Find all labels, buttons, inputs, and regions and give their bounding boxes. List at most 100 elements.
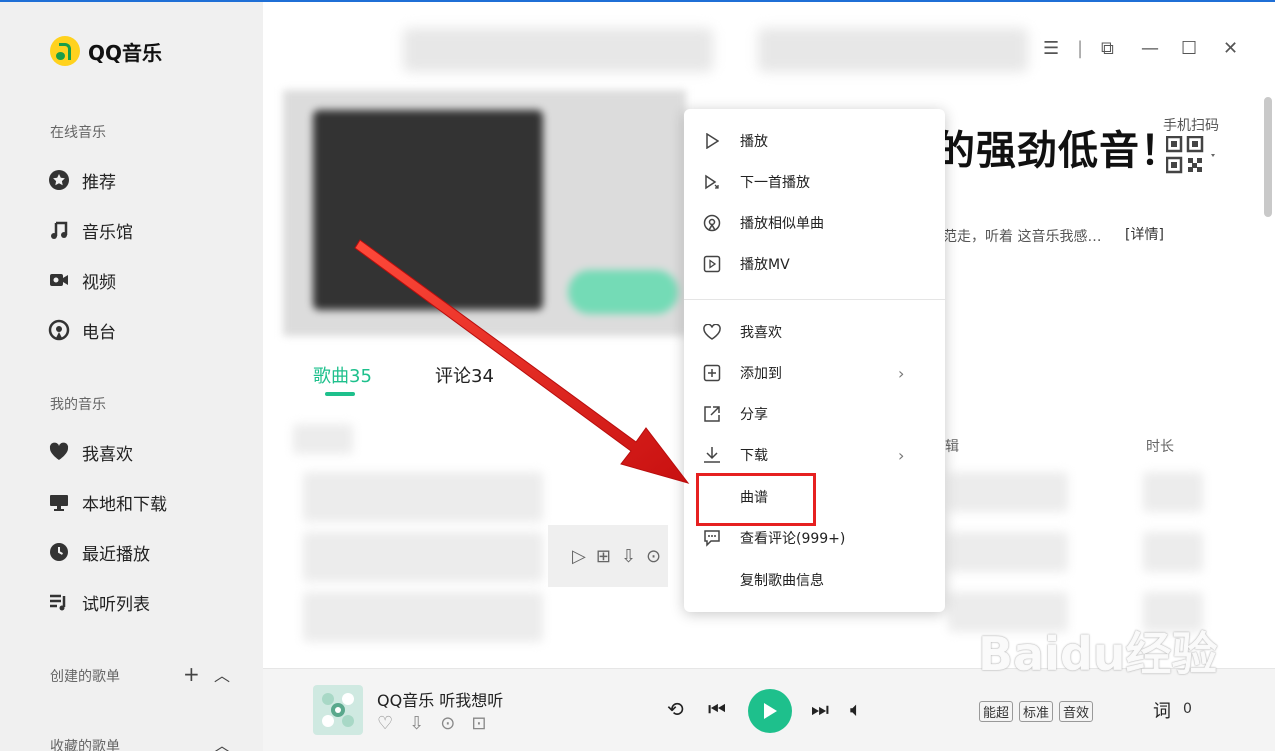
sidebar-item-label: 我喜欢 xyxy=(82,444,133,465)
now-playing-cover[interactable] xyxy=(313,685,363,735)
table-row xyxy=(293,424,353,454)
comment-icon xyxy=(702,528,722,548)
collapse-collected-icon[interactable]: ︿ xyxy=(214,732,230,751)
row-download-icon[interactable]: ⇩ xyxy=(621,546,636,567)
tab-songs[interactable]: 歌曲35 xyxy=(313,362,372,388)
sidebar-item-recent[interactable]: 最近播放 xyxy=(48,539,150,565)
radio-icon xyxy=(48,319,70,341)
table-row[interactable] xyxy=(303,532,543,582)
playlist-description: 范走，听着 这音乐我感… xyxy=(943,229,1102,245)
heart-icon xyxy=(48,441,70,463)
share-icon xyxy=(702,404,722,424)
sidebar-item-label: 电台 xyxy=(82,322,116,343)
context-menu: 播放 下一首播放 播放相似单曲 播放MV 我喜欢 添加到 › 分享 下载 › 曲… xyxy=(684,109,945,612)
maximize-icon[interactable]: ☐ xyxy=(1181,38,1197,59)
like-icon[interactable]: ♡ xyxy=(377,713,393,734)
sidebar-item-recommend[interactable]: 推荐 xyxy=(48,167,116,193)
monitor-icon xyxy=(48,491,70,513)
more-icon[interactable]: ⊙ xyxy=(440,713,455,734)
add-box-icon xyxy=(702,363,722,383)
music-note-icon xyxy=(48,219,70,241)
play-outline-icon xyxy=(702,131,722,151)
sidebar-item-label: 本地和下载 xyxy=(82,494,167,515)
qq-music-logo-icon xyxy=(50,36,80,66)
menu-item-share[interactable]: 分享 xyxy=(684,398,945,430)
loop-mode-icon[interactable]: ⟲ xyxy=(667,697,684,721)
volume-icon[interactable]: 🔈︎ xyxy=(850,697,862,721)
similar-radio-icon xyxy=(702,213,722,233)
queue-count[interactable]: 0 xyxy=(1183,701,1192,717)
table-cell xyxy=(948,472,1068,512)
clock-icon xyxy=(48,541,70,563)
sidebar-item-music-hall[interactable]: 音乐馆 xyxy=(48,217,133,243)
sidebar-item-radio[interactable]: 电台 xyxy=(48,317,116,343)
table-cell xyxy=(1143,532,1203,572)
sidebar-item-label: 最近播放 xyxy=(82,544,150,565)
sidebar-item-label: 推荐 xyxy=(82,172,116,193)
lyrics-button[interactable]: 词 xyxy=(1153,697,1171,723)
menu-item-like[interactable]: 我喜欢 xyxy=(684,316,945,348)
menu-item-play-mv[interactable]: 播放MV xyxy=(684,248,945,280)
column-album: 辑 xyxy=(945,439,959,455)
menu-separator xyxy=(684,299,945,300)
quality-tags: 能超 标准 音效 xyxy=(979,701,1094,722)
menu-item-play[interactable]: 播放 xyxy=(684,125,945,157)
app-logo[interactable]: QQ音乐 xyxy=(50,36,162,66)
minimize-icon[interactable]: — xyxy=(1141,38,1159,59)
play-next-icon xyxy=(702,172,722,192)
table-row[interactable] xyxy=(303,592,543,642)
menu-icon[interactable]: ☰ xyxy=(1043,38,1059,59)
watermark: Baidu经验 xyxy=(978,627,1218,681)
header-blurred xyxy=(758,28,1028,72)
playlist-cover xyxy=(283,90,686,336)
playlist-title: 的强劲低音！ xyxy=(935,128,1181,174)
menu-item-view-comments[interactable]: 查看评论(999+) xyxy=(684,522,945,554)
tab-comments[interactable]: 评论34 xyxy=(435,362,494,388)
column-duration: 时长 xyxy=(1146,439,1174,455)
row-more-icon[interactable]: ⊙ xyxy=(646,546,661,567)
my-music-label: 我的音乐 xyxy=(50,397,106,413)
scan-label: 手机扫码 xyxy=(1163,118,1219,134)
video-icon xyxy=(48,269,70,291)
sidebar-item-trial-list[interactable]: 试听列表 xyxy=(48,589,150,615)
sidebar-item-local-download[interactable]: 本地和下载 xyxy=(48,489,167,515)
active-tab-underline xyxy=(325,392,355,396)
playlist-icon xyxy=(48,591,70,613)
star-icon xyxy=(48,169,70,191)
chevron-right-icon: › xyxy=(898,445,905,465)
download-icon[interactable]: ⇩ xyxy=(409,713,424,734)
comment-icon[interactable]: ⊡ xyxy=(471,713,486,734)
sidebar-item-label: 音乐馆 xyxy=(82,222,133,243)
divider: | xyxy=(1077,38,1084,59)
previous-icon[interactable]: ⏮ xyxy=(708,697,726,721)
detail-link[interactable]: [详情] xyxy=(1125,224,1164,244)
collapse-icon[interactable]: ︿ xyxy=(214,662,230,686)
menu-item-copy-info[interactable]: 复制歌曲信息 xyxy=(684,564,945,596)
online-music-label: 在线音乐 xyxy=(50,125,106,141)
download-icon xyxy=(702,445,722,465)
sidebar-item-label: 视频 xyxy=(82,272,116,293)
search-area-blurred xyxy=(403,28,713,72)
menu-item-play-similar[interactable]: 播放相似单曲 xyxy=(684,207,945,239)
table-row[interactable] xyxy=(303,472,543,522)
mini-mode-icon[interactable]: ⧉ xyxy=(1101,38,1114,59)
menu-item-play-next[interactable]: 下一首播放 xyxy=(684,166,945,198)
row-play-icon[interactable]: ▷ xyxy=(572,546,586,567)
scrollbar[interactable] xyxy=(1264,97,1272,217)
quality-tag[interactable]: 能超 xyxy=(979,701,1014,722)
menu-item-add-to[interactable]: 添加到 › xyxy=(684,357,945,389)
sidebar-item-video[interactable]: 视频 xyxy=(48,267,116,293)
next-icon[interactable]: ⏭ xyxy=(811,697,829,721)
row-hover-actions: ▷ ⊞ ⇩ ⊙ xyxy=(548,525,668,587)
row-add-icon[interactable]: ⊞ xyxy=(596,546,611,567)
sidebar-item-favorites[interactable]: 我喜欢 xyxy=(48,439,133,465)
quality-tag[interactable]: 标准 xyxy=(1019,701,1054,722)
mv-icon xyxy=(702,254,722,274)
close-icon[interactable]: ✕ xyxy=(1223,38,1238,59)
quality-tag[interactable]: 音效 xyxy=(1059,701,1094,722)
menu-item-download[interactable]: 下载 › xyxy=(684,439,945,471)
play-button[interactable] xyxy=(748,689,792,733)
add-playlist-icon[interactable]: + xyxy=(183,662,200,686)
qr-code-icon[interactable] xyxy=(1165,135,1215,176)
sidebar: QQ音乐 在线音乐 推荐 音乐馆 视频 电台 我的音乐 我喜欢 本地和下载 最近… xyxy=(0,2,263,751)
